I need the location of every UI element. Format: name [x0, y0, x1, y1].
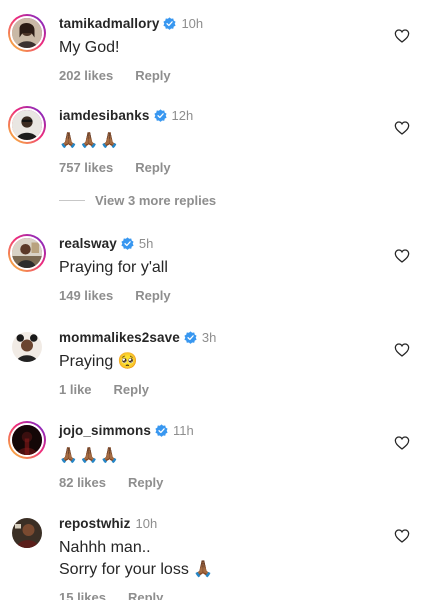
username[interactable]: realsway [59, 236, 117, 251]
username[interactable]: iamdesibanks [59, 108, 150, 123]
verified-badge-icon [155, 423, 168, 437]
likes-count[interactable]: 82 likes [59, 475, 106, 490]
reply-button[interactable]: Reply [135, 288, 170, 303]
comment-text: My God! [59, 39, 120, 56]
divider-line [59, 200, 85, 201]
comment-text: Nahhh man.. Sorry for your loss 🙏🏾 [59, 539, 214, 578]
heart-outline-icon[interactable] [394, 28, 410, 44]
heart-outline-icon[interactable] [394, 248, 410, 264]
view-more-replies-label: View 3 more replies [95, 193, 217, 208]
verified-badge-icon [163, 16, 177, 30]
heart-outline-icon[interactable] [394, 528, 410, 544]
avatar[interactable] [8, 106, 46, 144]
reply-button[interactable]: Reply [128, 475, 163, 490]
reply-button[interactable]: Reply [135, 160, 170, 175]
heart-outline-icon[interactable] [394, 120, 410, 136]
reply-button[interactable]: Reply [128, 590, 163, 600]
avatar[interactable] [8, 14, 46, 52]
comment-text: 🙏🏾🙏🏾🙏🏾 [59, 446, 122, 464]
view-more-replies-button[interactable]: View 3 more replies [59, 193, 216, 208]
verified-badge-icon [121, 236, 134, 250]
timestamp: 3h [201, 329, 217, 345]
reply-button[interactable]: Reply [135, 68, 170, 83]
likes-count[interactable]: 15 likes [59, 590, 106, 600]
timestamp: 12h [171, 107, 194, 123]
likes-count[interactable]: 149 likes [59, 288, 113, 303]
avatar[interactable] [8, 421, 46, 459]
heart-outline-icon[interactable] [394, 435, 410, 451]
verified-badge-icon [184, 330, 197, 344]
reply-button[interactable]: Reply [114, 382, 149, 397]
timestamp: 11h [172, 422, 194, 438]
likes-count[interactable]: 202 likes [59, 68, 113, 83]
comment-text: Praying for y'all [59, 259, 168, 276]
comment-text: Praying 🥺 [59, 353, 138, 370]
username[interactable]: jojo_simmons [59, 423, 151, 438]
heart-outline-icon[interactable] [394, 342, 410, 358]
username[interactable]: tamikadmallory [59, 16, 159, 31]
username[interactable]: repostwhiz [59, 516, 131, 531]
username[interactable]: mommalikes2save [59, 330, 180, 345]
likes-count[interactable]: 1 like [59, 382, 92, 397]
avatar[interactable] [8, 234, 46, 272]
avatar[interactable] [8, 328, 46, 366]
comment-text: 🙏🏾🙏🏾🙏🏾 [59, 131, 122, 149]
timestamp: 10h [135, 515, 158, 531]
timestamp: 10h [181, 15, 204, 31]
avatar[interactable] [8, 514, 46, 552]
verified-badge-icon [153, 108, 167, 122]
likes-count[interactable]: 757 likes [59, 160, 113, 175]
timestamp: 5h [138, 235, 154, 251]
